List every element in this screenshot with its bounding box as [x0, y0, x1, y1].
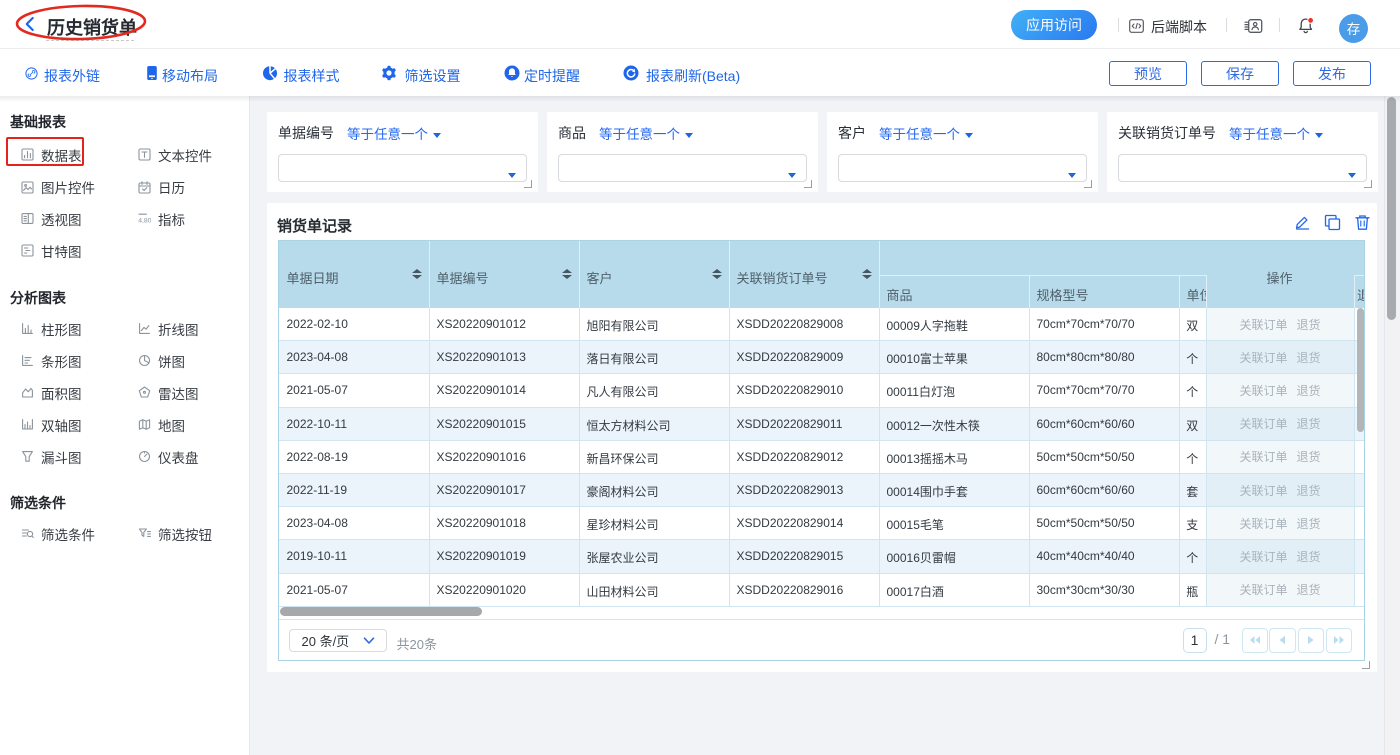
svg-text:4,80: 4,80: [138, 218, 151, 225]
